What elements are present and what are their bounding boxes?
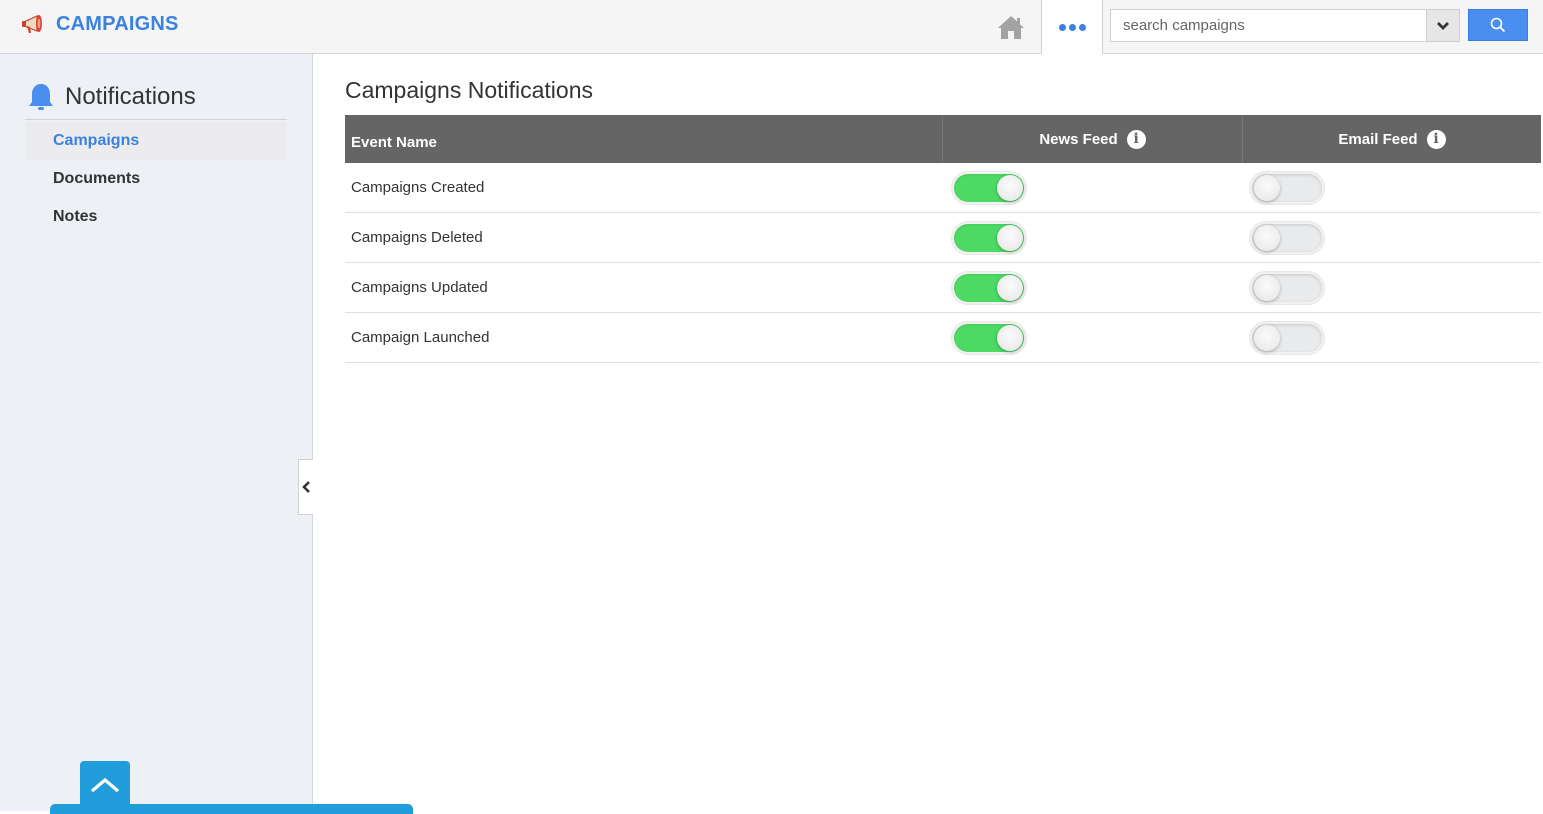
more-options-button[interactable] [1041, 0, 1103, 54]
column-label: Event Name [351, 133, 437, 151]
notifications-table: Event Name News Feed i Email Feed i Camp… [345, 115, 1541, 363]
more-dots-icon [1057, 23, 1087, 31]
info-icon[interactable]: i [1126, 129, 1146, 149]
table-row: Campaigns Deleted [345, 213, 1541, 263]
sidebar-collapse-button[interactable] [298, 459, 313, 515]
page-title: Campaigns Notifications [345, 77, 594, 103]
bottom-panel-bar[interactable] [50, 804, 413, 814]
column-header-event-name: Event Name [345, 115, 942, 163]
table-row: Campaign Launched [345, 313, 1541, 363]
info-icon[interactable]: i [1426, 129, 1446, 149]
table-row: Campaigns Created [345, 163, 1541, 213]
table-header: Event Name News Feed i Email Feed i [345, 115, 1541, 163]
event-name: Campaigns Created [351, 179, 485, 196]
megaphone-icon [22, 15, 42, 33]
chevron-left-icon [302, 481, 310, 493]
sidebar-item-notes[interactable]: Notes [25, 198, 287, 236]
column-label: News Feed [1039, 130, 1118, 148]
news-feed-toggle[interactable] [951, 170, 1027, 205]
column-header-news-feed: News Feed i [942, 115, 1242, 163]
news-feed-toggle[interactable] [951, 270, 1027, 305]
home-icon [998, 16, 1024, 39]
column-header-email-feed: Email Feed i [1242, 115, 1541, 163]
table-row: Campaigns Updated [345, 263, 1541, 313]
search-icon [1490, 17, 1506, 33]
email-feed-toggle[interactable] [1249, 270, 1325, 305]
email-feed-toggle[interactable] [1249, 170, 1325, 205]
search-scope-dropdown[interactable] [1426, 10, 1459, 41]
top-bar: CAMPAIGNS [0, 0, 1543, 54]
sidebar-item-campaigns[interactable]: Campaigns [25, 122, 287, 160]
sidebar-header: Notifications [25, 80, 287, 120]
search-button[interactable] [1468, 9, 1528, 41]
search-box [1110, 9, 1460, 42]
sidebar-header-label: Notifications [65, 82, 196, 110]
event-name: Campaigns Deleted [351, 229, 483, 246]
sidebar-nav: Campaigns Documents Notes [25, 122, 287, 236]
news-feed-toggle[interactable] [951, 220, 1027, 255]
home-button[interactable] [981, 0, 1041, 54]
chevron-up-icon [90, 777, 120, 793]
column-label: Email Feed [1338, 130, 1418, 148]
event-name: Campaigns Updated [351, 279, 488, 296]
event-name: Campaign Launched [351, 329, 490, 346]
bell-icon [29, 83, 53, 110]
chevron-down-icon [1437, 21, 1449, 30]
sidebar-item-documents[interactable]: Documents [25, 160, 287, 198]
sidebar: Notifications Campaigns Documents Notes [0, 54, 413, 814]
news-feed-toggle[interactable] [951, 320, 1027, 355]
email-feed-toggle[interactable] [1249, 220, 1325, 255]
app-title: CAMPAIGNS [56, 12, 179, 35]
search-input[interactable] [1111, 10, 1426, 41]
email-feed-toggle[interactable] [1249, 320, 1325, 355]
app-brand[interactable]: CAMPAIGNS [20, 11, 179, 37]
